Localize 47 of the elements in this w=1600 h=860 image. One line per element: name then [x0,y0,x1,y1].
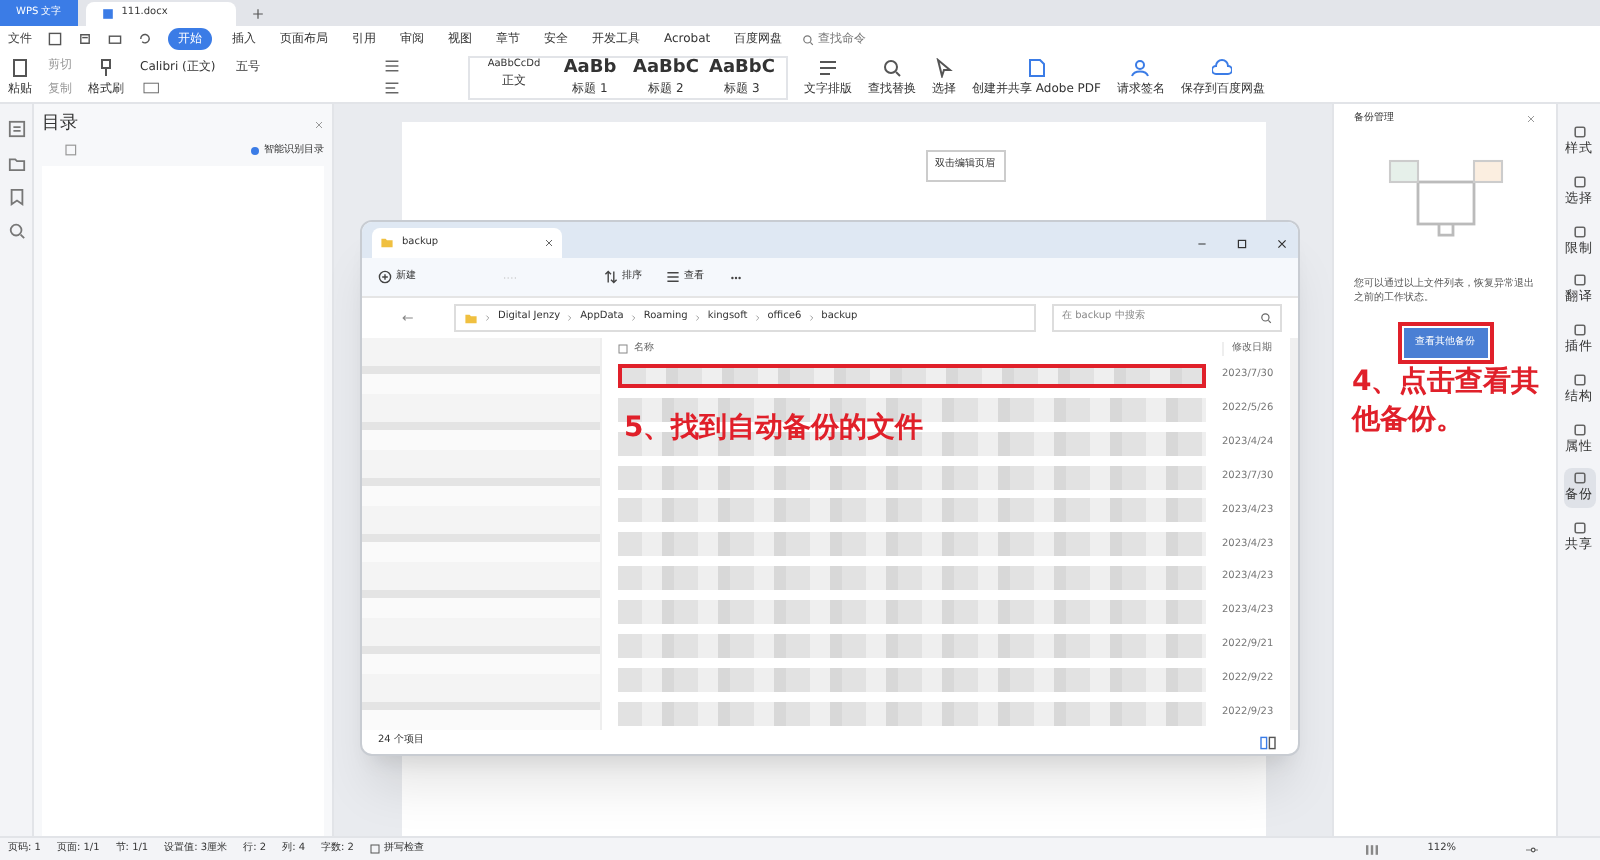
tool-icon [1571,470,1587,487]
annotation-text: 4、点击查看其他备份。 [1352,364,1542,440]
document-icon [101,8,114,20]
tool-icon [1571,223,1587,239]
bookmark-icon[interactable] [7,188,25,206]
format-painter-icon [96,57,116,77]
search-icon[interactable] [7,222,25,240]
undo-icon[interactable] [138,32,152,46]
search-icon [1260,312,1272,324]
maximize-icon[interactable] [1236,238,1248,250]
tool-icon [1571,421,1587,437]
scrollbar[interactable] [1290,338,1298,730]
folder-icon[interactable] [7,154,25,172]
tool-icon [1571,173,1587,190]
view-icon [666,270,680,284]
tool-icon [1571,322,1587,338]
text-layout-icon [818,57,838,77]
select-icon [934,57,954,77]
find-replace-icon [882,57,902,77]
tool-icon [1571,371,1587,388]
spell-check-icon [370,844,380,854]
tool-icon [1571,124,1587,140]
print-icon[interactable] [108,32,122,46]
close-icon [544,238,554,248]
checkbox-icon[interactable] [618,343,628,354]
paste-icon [10,57,30,77]
folder-icon [464,311,478,325]
annotation-text: 5、找到自动备份的文件 [624,410,924,448]
new-tab-icon[interactable] [251,8,264,20]
new-icon [378,270,392,284]
sort-icon [604,270,618,284]
search-icon [802,33,815,45]
folder-icon [380,236,394,250]
save-icon[interactable] [48,32,62,46]
more-icon[interactable] [728,271,744,283]
output-icon[interactable] [78,32,92,46]
outline-icon[interactable] [7,120,25,138]
tool-icon [1571,520,1587,536]
signature-icon [1130,57,1151,77]
ai-icon [250,145,260,156]
tool-icon [1571,272,1587,289]
cloud-save-icon [1212,57,1233,77]
close-icon[interactable] [1276,238,1288,250]
adobe-pdf-icon [1026,57,1047,77]
panel-title: 目录 [42,112,78,138]
minimize-icon[interactable] [1196,238,1208,250]
view-mode-icon[interactable] [1254,735,1282,749]
